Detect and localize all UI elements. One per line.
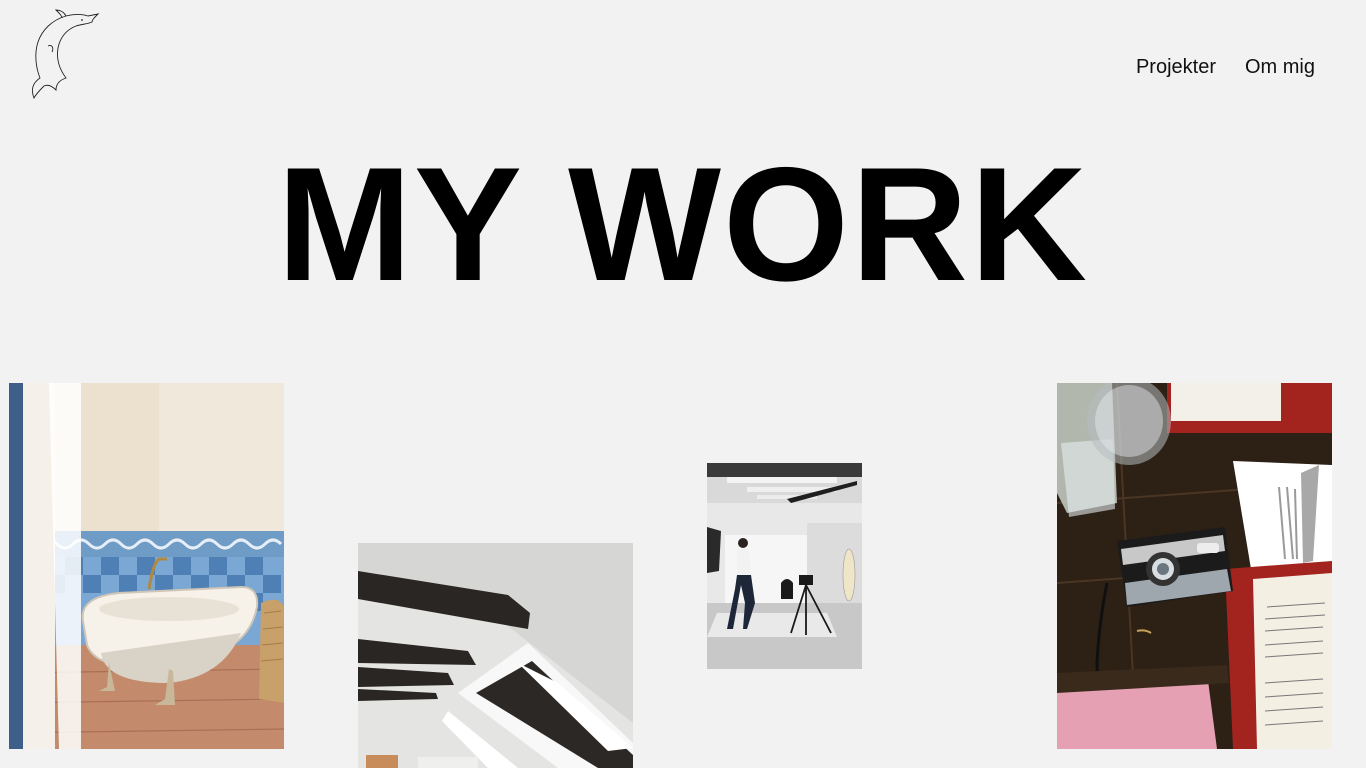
gallery-photo-film-camera[interactable] xyxy=(1057,383,1332,749)
nav-om-mig-link[interactable]: Om mig xyxy=(1245,54,1315,80)
page: Projekter Om mig MY WORK xyxy=(0,0,1366,768)
gallery-photo-studio[interactable] xyxy=(707,463,862,669)
page-title: MY WORK xyxy=(277,134,1089,315)
dolphin-icon xyxy=(31,9,100,100)
main-nav: Projekter Om mig xyxy=(1136,54,1315,80)
gallery-photo-attic-beams[interactable] xyxy=(358,543,633,768)
gallery-photo-bathtub[interactable] xyxy=(9,383,284,749)
nav-projekter-link[interactable]: Projekter xyxy=(1136,54,1216,80)
logo-link[interactable] xyxy=(26,8,102,102)
